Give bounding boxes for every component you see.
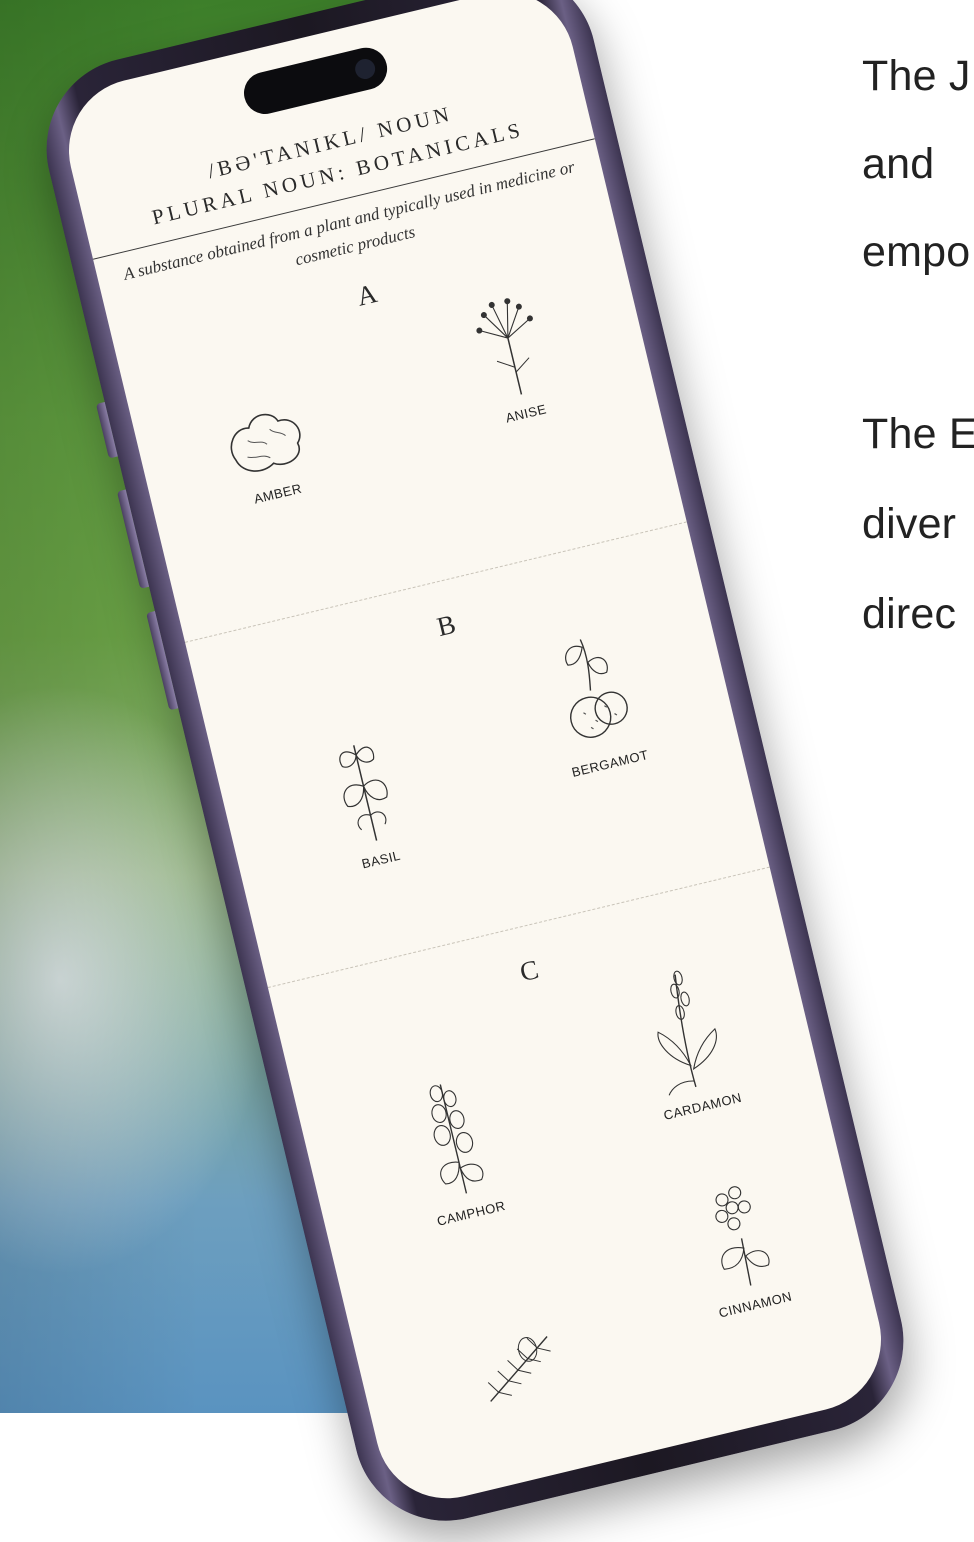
side-text-line-3: empo (862, 228, 971, 276)
side-text-line-4: The E (862, 410, 974, 458)
list-item[interactable]: CARDAMON (606, 953, 767, 1129)
side-text-line-6: direc (862, 590, 957, 638)
list-item[interactable]: AMBER (193, 388, 343, 516)
list-item[interactable]: BASIL (286, 711, 446, 882)
cardamon-icon (657, 970, 717, 1096)
basil-icon (339, 745, 388, 841)
side-text-line-1: The J (862, 52, 971, 100)
cinnamon-icon (715, 1186, 770, 1286)
amber-icon (230, 413, 301, 472)
list-item[interactable]: CINNAMON (662, 1165, 820, 1327)
front-camera-icon (353, 56, 378, 82)
list-item[interactable]: BERGAMOT (515, 615, 675, 786)
list-item[interactable]: ANISE (433, 274, 591, 436)
anise-icon (476, 298, 533, 395)
list-item[interactable] (445, 1310, 590, 1418)
camphor-icon (429, 1084, 484, 1194)
dynamic-island (239, 43, 392, 119)
side-text-line-2: and (862, 140, 935, 188)
list-item[interactable]: CAMPHOR (375, 1060, 536, 1236)
pine-sprig-icon (487, 1336, 551, 1402)
side-text-line-5: diver (862, 500, 957, 548)
bergamot-icon (565, 639, 628, 738)
